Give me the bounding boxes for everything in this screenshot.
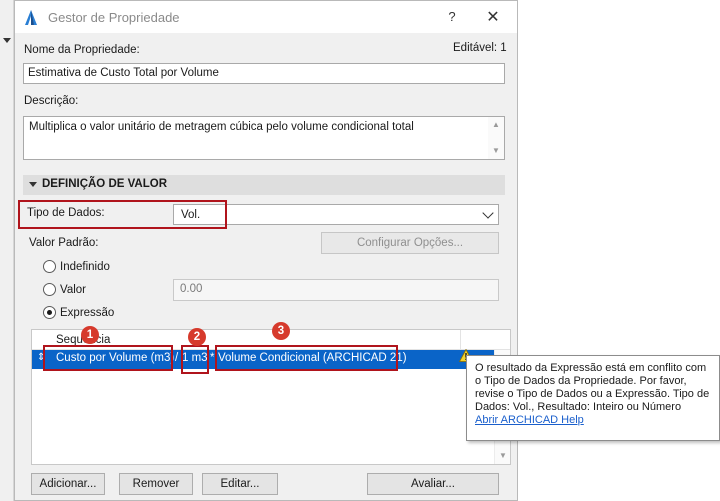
scroll-down-icon[interactable]: ▼ (499, 451, 507, 460)
radio-undefined-label: Indefinido (60, 261, 110, 273)
archicad-icon (25, 10, 37, 25)
radio-value-label: Valor (60, 284, 86, 296)
default-value-label: Valor Padrão: (29, 237, 99, 249)
edit-button[interactable]: Editar... (202, 473, 278, 495)
highlight-data-type (18, 200, 227, 229)
callout-badge-1: 1 (81, 326, 99, 344)
highlight-part-2 (181, 345, 209, 374)
description-text: Multiplica o valor unitário de metragem … (29, 121, 414, 133)
help-button[interactable]: ? (445, 9, 459, 24)
evaluate-button[interactable]: Avaliar... (367, 473, 499, 495)
title-bar: Gestor de Propriedade ? ✕ (15, 1, 517, 33)
callout-badge-3: 3 (272, 322, 290, 340)
expression-operator-divide: / (175, 352, 179, 364)
radio-expression[interactable] (43, 306, 56, 319)
property-manager-dialog: Gestor de Propriedade ? ✕ Nome da Propri… (14, 0, 518, 501)
window-title: Gestor de Propriedade (48, 10, 180, 25)
property-name-field[interactable]: Estimativa de Custo Total por Volume (23, 63, 505, 84)
description-label: Descrição: (24, 95, 79, 107)
chevron-down-icon (482, 207, 494, 219)
radio-undefined[interactable] (43, 260, 56, 273)
left-panel-strip (0, 0, 14, 501)
radio-value[interactable] (43, 283, 56, 296)
collapse-triangle-icon (29, 182, 37, 187)
scroll-up-icon[interactable]: ▲ (492, 121, 500, 129)
scroll-down-icon[interactable]: ▼ (492, 147, 500, 155)
value-definition-header[interactable]: DEFINIÇÃO DE VALOR (23, 175, 505, 195)
highlight-part-3 (215, 345, 398, 371)
close-button[interactable]: ✕ (485, 7, 501, 27)
conflict-tooltip: O resultado da Expressão está em conflit… (466, 355, 720, 441)
radio-expression-label: Expressão (60, 307, 115, 319)
help-link[interactable]: Abrir ARCHICAD Help (475, 414, 711, 427)
remove-button[interactable]: Remover (119, 473, 193, 495)
description-field[interactable]: Multiplica o valor unitário de metragem … (23, 116, 505, 160)
section-title: DEFINIÇÃO DE VALOR (42, 178, 168, 190)
add-button[interactable]: Adicionar... (31, 473, 105, 495)
value-field: 0.00 (173, 279, 499, 301)
expression-operator-multiply: * (210, 352, 215, 364)
tooltip-message: O resultado da Expressão está em conflit… (475, 362, 710, 413)
column-divider (460, 330, 461, 350)
callout-badge-2: 2 (188, 328, 206, 346)
highlight-part-1 (43, 345, 173, 371)
property-name-label: Nome da Propriedade: (24, 44, 140, 56)
description-scrollbar[interactable]: ▲ ▼ (488, 117, 504, 159)
configure-options-button[interactable]: Configurar Opções... (321, 232, 499, 254)
collapse-arrow-icon[interactable] (3, 38, 11, 43)
editable-count: Editável: 1 (453, 42, 507, 54)
